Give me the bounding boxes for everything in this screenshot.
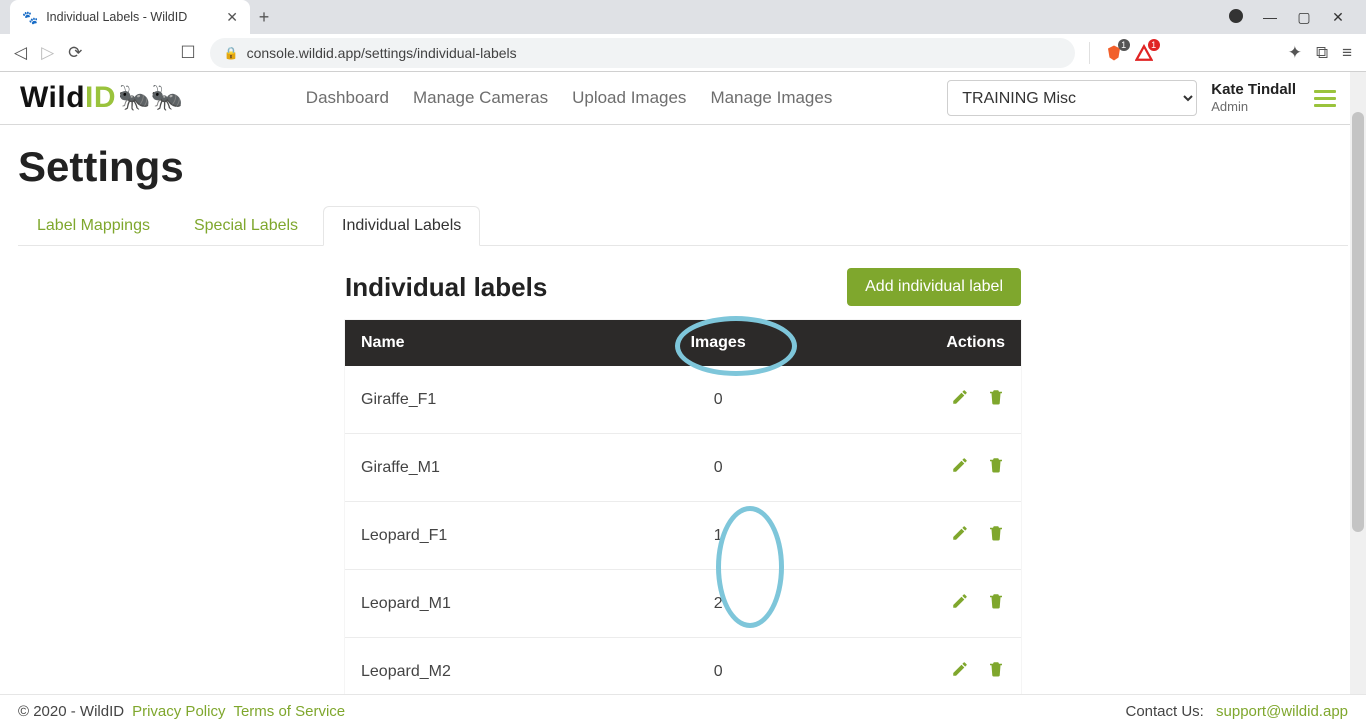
nav-forward-icon: ▷	[41, 43, 54, 63]
edit-icon[interactable]	[951, 592, 969, 615]
extension-badge-2: 1	[1148, 39, 1160, 51]
footer-privacy[interactable]: Privacy Policy	[132, 703, 225, 720]
col-actions: Actions	[816, 320, 1021, 366]
cell-name: Leopard_F1	[345, 502, 620, 570]
menu-icon[interactable]	[1310, 86, 1340, 111]
delete-icon[interactable]	[987, 456, 1005, 479]
lock-icon: 🔒	[224, 46, 239, 60]
project-select[interactable]: TRAINING Misc	[947, 80, 1197, 116]
cell-name: Giraffe_M1	[345, 434, 620, 502]
cell-name: Giraffe_F1	[345, 366, 620, 434]
edit-icon[interactable]	[951, 388, 969, 411]
nav-reload-icon[interactable]: ⟳	[68, 43, 82, 63]
footer-contact-label: Contact Us:	[1125, 703, 1203, 720]
nav-manage-cameras[interactable]: Manage Cameras	[413, 88, 548, 108]
nav-dashboard[interactable]: Dashboard	[306, 88, 389, 108]
extension-badge-1: 1	[1118, 39, 1130, 51]
url-text: console.wildid.app/settings/individual-l…	[247, 45, 517, 61]
delete-icon[interactable]	[987, 524, 1005, 547]
logo-id: ID	[85, 81, 116, 115]
scrollbar[interactable]	[1350, 72, 1366, 728]
window-close-icon[interactable]: ✕	[1330, 9, 1346, 26]
logo-bugs-icon: 🐜🐜	[118, 82, 184, 113]
footer-terms[interactable]: Terms of Service	[233, 703, 345, 720]
cell-images: 1	[620, 502, 817, 570]
footer-copyright: © 2020 - WildID	[18, 703, 124, 720]
app-nav: Dashboard Manage Cameras Upload Images M…	[306, 88, 833, 108]
delete-icon[interactable]	[987, 592, 1005, 615]
browser-tab[interactable]: 🐾 Individual Labels - WildID ✕	[10, 0, 250, 34]
labels-table: Name Images Actions Giraffe_F1 0 Giraffe…	[345, 320, 1021, 706]
browser-menu-icon[interactable]: ≡	[1342, 43, 1352, 63]
cell-images: 2	[620, 570, 817, 638]
section-title: Individual labels	[345, 272, 547, 303]
separator	[1089, 42, 1090, 64]
nav-upload-images[interactable]: Upload Images	[572, 88, 686, 108]
edit-icon[interactable]	[951, 660, 969, 683]
window-maximize-icon[interactable]: ▢	[1296, 9, 1312, 26]
nav-back-icon[interactable]: ◁	[14, 43, 27, 63]
tab-favicon: 🐾	[22, 11, 38, 24]
extensions-icon[interactable]: ✦	[1288, 43, 1302, 63]
user-block[interactable]: Kate Tindall Admin	[1211, 81, 1296, 116]
cell-images: 0	[620, 434, 817, 502]
table-row: Leopard_M1 2	[345, 570, 1021, 638]
col-name: Name	[345, 320, 620, 366]
window-minimize-icon[interactable]: —	[1262, 9, 1278, 26]
logo-wild: Wild	[20, 81, 85, 115]
user-role: Admin	[1211, 99, 1296, 115]
tab-special-labels[interactable]: Special Labels	[175, 206, 317, 246]
col-images: Images	[620, 320, 817, 366]
extension-brave-icon[interactable]: 1	[1104, 43, 1124, 63]
page: Settings Label Mappings Special Labels I…	[0, 143, 1366, 720]
tab-title: Individual Labels - WildID	[46, 10, 218, 24]
incognito-icon[interactable]	[1228, 9, 1244, 26]
scrollbar-thumb[interactable]	[1352, 112, 1364, 532]
nav-manage-images[interactable]: Manage Images	[710, 88, 832, 108]
footer-contact-email[interactable]: support@wildid.app	[1216, 703, 1348, 720]
settings-tabs: Label Mappings Special Labels Individual…	[18, 205, 1348, 246]
cell-name: Leopard_M1	[345, 570, 620, 638]
app-header: Wild ID 🐜🐜 Dashboard Manage Cameras Uplo…	[0, 72, 1366, 125]
edit-icon[interactable]	[951, 456, 969, 479]
tab-close-icon[interactable]: ✕	[226, 9, 238, 26]
user-name: Kate Tindall	[1211, 81, 1296, 100]
table-row: Giraffe_F1 0	[345, 366, 1021, 434]
table-row: Giraffe_M1 0	[345, 434, 1021, 502]
bookmark-icon[interactable]: ☐	[180, 43, 195, 63]
cell-images: 0	[620, 366, 817, 434]
add-individual-label-button[interactable]: Add individual label	[847, 268, 1021, 306]
edit-icon[interactable]	[951, 524, 969, 547]
footer: © 2020 - WildID Privacy Policy Terms of …	[0, 694, 1366, 728]
extension-triangle-icon[interactable]: 1	[1134, 43, 1154, 63]
url-bar[interactable]: 🔒 console.wildid.app/settings/individual…	[210, 38, 1075, 68]
table-row: Leopard_F1 1	[345, 502, 1021, 570]
new-tab-button[interactable]: +	[250, 3, 278, 31]
page-title: Settings	[18, 143, 1348, 191]
logo[interactable]: Wild ID 🐜🐜	[20, 81, 186, 115]
downloads-icon[interactable]: ⧉	[1316, 43, 1328, 63]
tab-label-mappings[interactable]: Label Mappings	[18, 206, 169, 246]
delete-icon[interactable]	[987, 388, 1005, 411]
tab-individual-labels[interactable]: Individual Labels	[323, 206, 480, 246]
delete-icon[interactable]	[987, 660, 1005, 683]
